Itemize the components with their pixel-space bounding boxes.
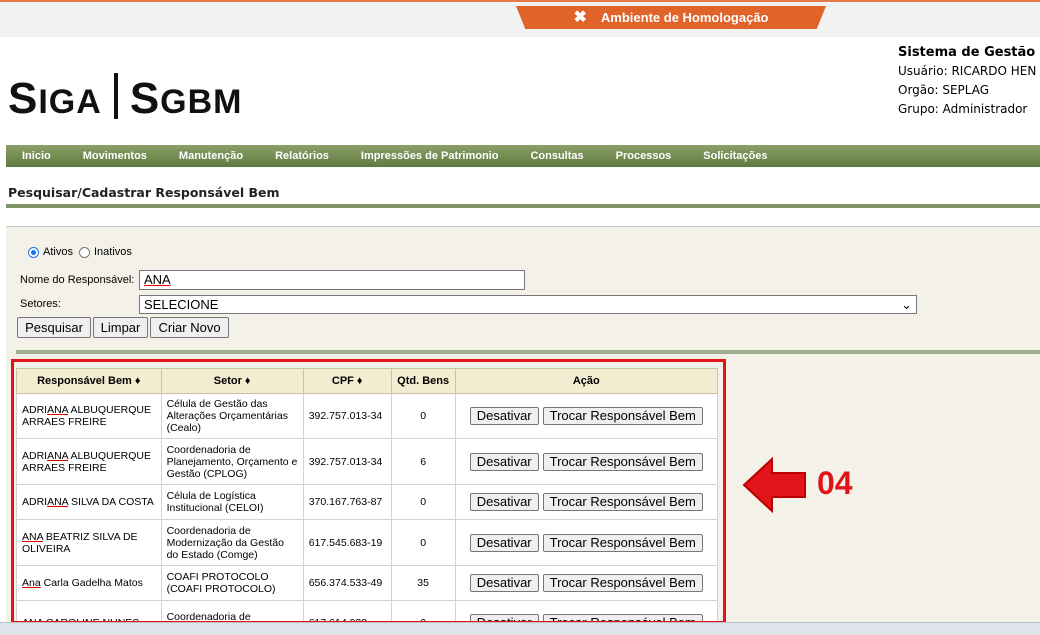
system-title: Sistema de Gestão de <box>898 45 1040 60</box>
logo-text-1: S <box>8 74 39 123</box>
highlight-box <box>11 359 726 624</box>
user-info: Usuário: RICARDO HEN <box>898 64 1037 78</box>
nav-solicitacoes[interactable]: Solicitações <box>687 150 783 162</box>
name-input[interactable]: ANA <box>139 270 525 290</box>
group-info: Grupo: Administrador <box>898 102 1028 116</box>
environment-topbar: ✖ Ambiente de Homologação <box>0 0 1040 37</box>
logo-text-3: S <box>129 74 161 123</box>
sector-select[interactable]: SELECIONE ⌄ <box>139 295 917 314</box>
environment-label: Ambiente de Homologação <box>600 10 769 25</box>
sector-select-value: SELECIONE <box>144 297 219 312</box>
nav-impressoes[interactable]: Impressões de Patrimonio <box>345 150 515 162</box>
chevron-down-icon: ⌄ <box>901 296 912 312</box>
system-info: Sistema de Gestão de Usuário: RICARDO HE… <box>898 43 1040 119</box>
nav-manutencao[interactable]: Manutenção <box>163 150 259 162</box>
nav-consultas[interactable]: Consultas <box>514 150 599 162</box>
arrow-left-icon <box>742 456 806 514</box>
app-header: SIGASGBM Sistema de Gestão de Usuário: R… <box>0 37 1040 142</box>
search-button[interactable]: Pesquisar <box>17 317 91 338</box>
logo-text-2: IGA <box>38 83 102 121</box>
nav-inicio[interactable]: Inicio <box>6 150 67 162</box>
name-input-value: ANA <box>144 272 171 287</box>
org-info: Orgão: SEPLAG <box>898 83 990 97</box>
tools-icon: ✖ <box>573 8 587 26</box>
create-button[interactable]: Criar Novo <box>150 317 229 338</box>
environment-banner: ✖ Ambiente de Homologação <box>516 6 826 29</box>
radio-inactive-label: Inativos <box>93 246 132 258</box>
horizontal-scrollbar[interactable] <box>0 622 1040 635</box>
nav-movimentos[interactable]: Movimentos <box>67 150 163 162</box>
annotation-label: 04 <box>817 465 853 501</box>
main-nav: Inicio Movimentos Manutenção Relatórios … <box>6 145 1040 167</box>
logo-text-4: GBM <box>160 83 243 121</box>
status-filter: Ativos Inativos <box>22 246 132 258</box>
title-divider <box>6 204 1040 208</box>
clear-button[interactable]: Limpar <box>93 317 148 338</box>
name-label: Nome do Responsável: <box>20 274 135 286</box>
results-divider <box>16 350 1040 354</box>
radio-active[interactable] <box>28 246 39 258</box>
nav-relatorios[interactable]: Relatórios <box>259 150 345 162</box>
radio-active-label: Ativos <box>43 246 73 258</box>
radio-inactive[interactable] <box>78 246 90 258</box>
logo-divider <box>113 73 118 119</box>
nav-processos[interactable]: Processos <box>600 150 688 162</box>
sector-label: Setores: <box>20 298 61 310</box>
app-logo: SIGA SGBM <box>8 73 243 124</box>
page-title: Pesquisar/Cadastrar Responsável Bem <box>8 185 280 200</box>
